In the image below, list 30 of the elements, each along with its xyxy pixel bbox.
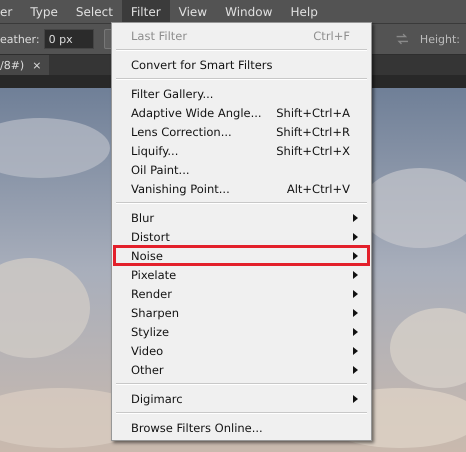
- menu-bar-item[interactable]: Window: [216, 0, 282, 24]
- menu-item[interactable]: Pixelate: [114, 265, 369, 284]
- menu-item[interactable]: Sharpen: [114, 303, 369, 322]
- menu-bar-item[interactable]: View: [170, 0, 216, 24]
- feather-field[interactable]: 0 px: [44, 29, 94, 49]
- menu-item[interactable]: Vanishing Point... Alt+Ctrl+V: [114, 179, 369, 198]
- menu-item[interactable]: Noise: [114, 246, 369, 265]
- menu-item[interactable]: Other: [114, 360, 369, 379]
- menu-item[interactable]: Distort: [114, 227, 369, 246]
- menu-item[interactable]: Liquify... Shift+Ctrl+X: [114, 141, 369, 160]
- menu-item[interactable]: Lens Correction... Shift+Ctrl+R: [114, 122, 369, 141]
- menu-bar-item[interactable]: Filter: [122, 0, 170, 24]
- close-icon[interactable]: ×: [32, 58, 42, 72]
- menu-item[interactable]: Filter Gallery...: [114, 84, 369, 103]
- menu-item[interactable]: Adaptive Wide Angle... Shift+Ctrl+A: [114, 103, 369, 122]
- menu-bar-item[interactable]: Type: [21, 0, 67, 24]
- menu-item[interactable]: Stylize: [114, 322, 369, 341]
- feather-label: eather:: [0, 32, 40, 46]
- menu-item[interactable]: Blur: [114, 208, 369, 227]
- menu-item[interactable]: Render: [114, 284, 369, 303]
- menu-bar-item[interactable]: Select: [66, 0, 122, 24]
- document-tab[interactable]: /8#) ×: [0, 55, 50, 75]
- menu-item[interactable]: Oil Paint...: [114, 160, 369, 179]
- menu-bar-item[interactable]: Help: [281, 0, 327, 24]
- menu-item[interactable]: Browse Filters Online...: [114, 418, 369, 437]
- height-label: Height:: [420, 32, 460, 46]
- menu-item[interactable]: Digimarc: [114, 389, 369, 408]
- menu-item[interactable]: Video: [114, 341, 369, 360]
- menu-item[interactable]: Convert for Smart Filters: [114, 55, 369, 74]
- menu-bar-item[interactable]: er: [0, 0, 22, 24]
